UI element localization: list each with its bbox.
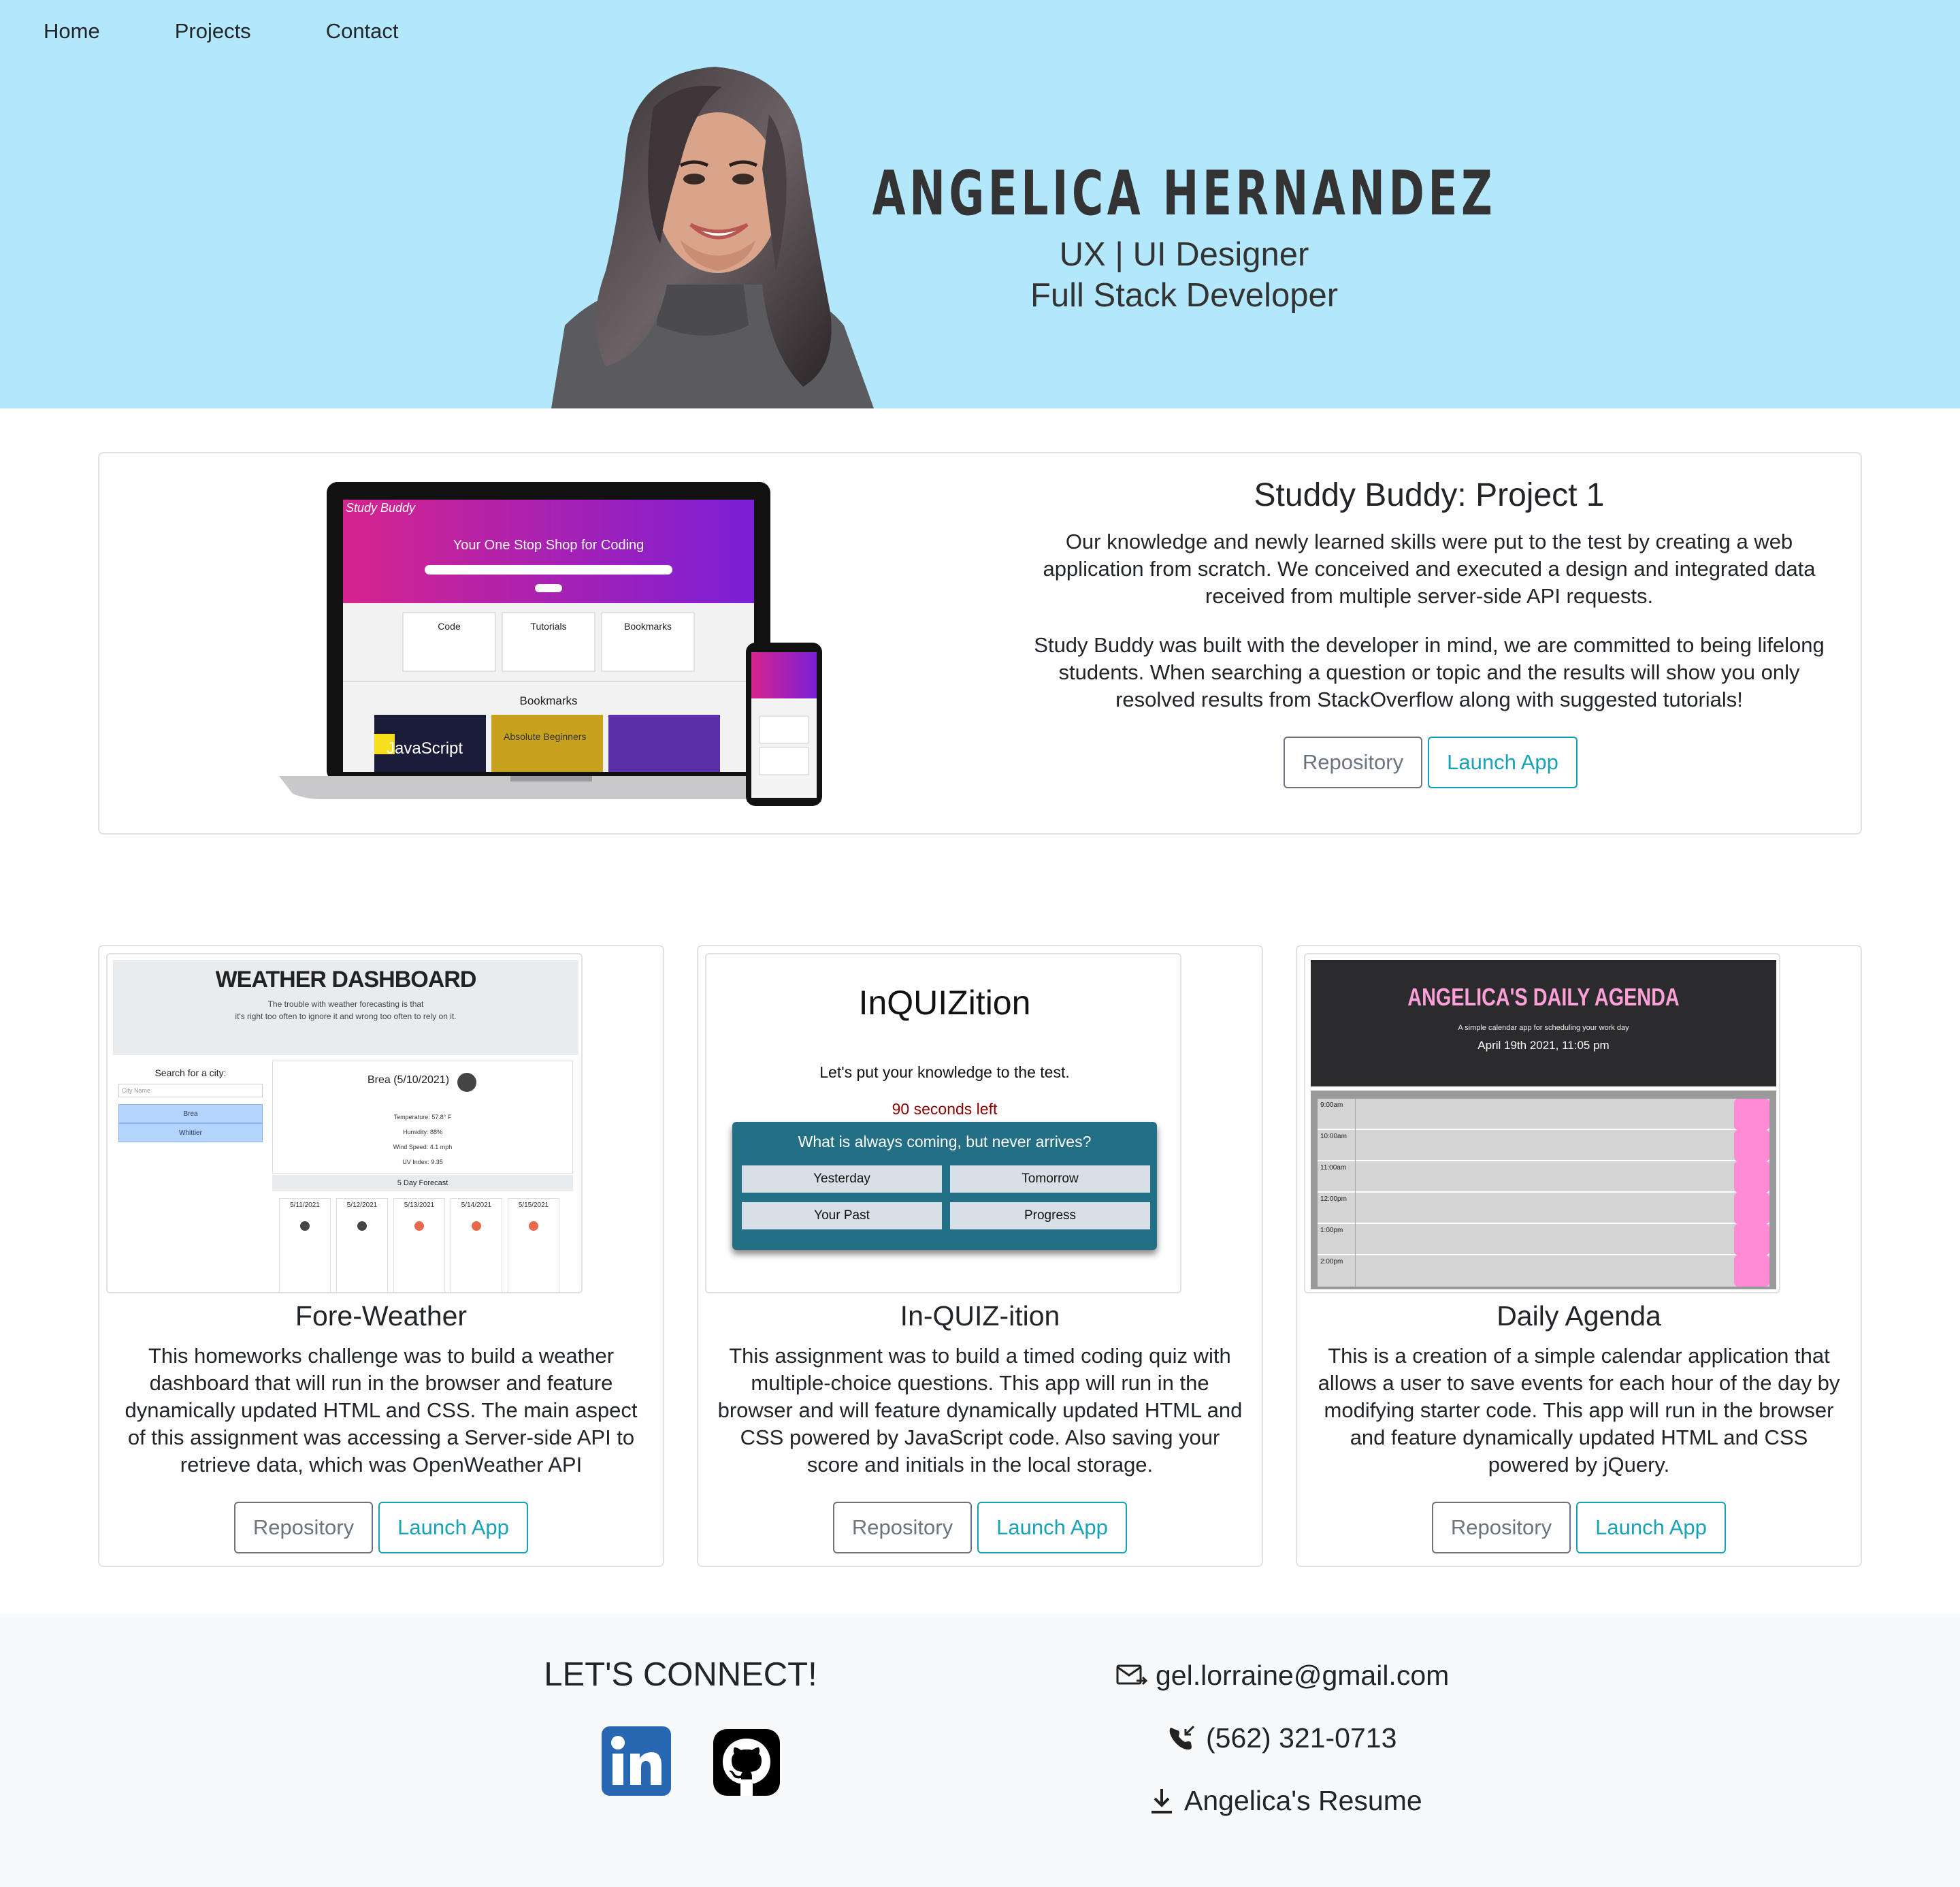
- weather-uv: UV Index: 9.35: [402, 1159, 443, 1165]
- study-buddy-brand: Study Buddy: [346, 501, 416, 515]
- agenda-tagline: A simple calendar app for scheduling you…: [1458, 1024, 1629, 1032]
- mail-icon: [1116, 1664, 1147, 1685]
- resume-text[interactable]: Angelica's Resume: [1184, 1785, 1422, 1817]
- featured-launch-button[interactable]: Launch App: [1428, 737, 1578, 788]
- download-icon: [1152, 1788, 1172, 1813]
- connect-heading: LET'S CONNECT!: [544, 1656, 817, 1693]
- weather-title: Fore-Weather: [295, 1300, 468, 1332]
- forecast-day-5: 5/15/2021: [508, 1198, 559, 1292]
- forecast-day-1: 5/11/2021: [279, 1198, 331, 1292]
- study-buddy-video-js: JavaScript: [387, 739, 463, 758]
- quiz-answer-tomorrow: Tomorrow: [950, 1165, 1150, 1193]
- weather-search-input: City Name: [118, 1084, 263, 1097]
- footer: [0, 1613, 1960, 1887]
- linkedin-icon[interactable]: [602, 1726, 671, 1796]
- study-buddy-video-beginners: Absolute Beginners: [504, 731, 587, 742]
- quiz-heading: InQUIZition: [858, 984, 1031, 1022]
- weather-heading: WEATHER DASHBOARD: [215, 967, 477, 993]
- top-nav: Home Projects Contact: [44, 19, 474, 44]
- quiz-answer-progress: Progress: [950, 1202, 1150, 1229]
- weather-tagline-1: The trouble with weather forecasting is …: [267, 999, 424, 1009]
- study-buddy-headline: Your One Stop Shop for Coding: [453, 538, 644, 553]
- hero-name: ANGELICA HERNANDEZ: [872, 158, 1497, 229]
- quiz-title: In-QUIZ-ition: [900, 1300, 1060, 1332]
- agenda-repository-button[interactable]: Repository: [1432, 1502, 1571, 1553]
- resume-download[interactable]: Angelica's Resume: [1147, 1785, 1422, 1817]
- featured-project-desc-1: Our knowledge and newly learned skills w…: [1043, 530, 1816, 608]
- email-text[interactable]: gel.lorraine@gmail.com: [1156, 1660, 1449, 1692]
- agenda-launch-button[interactable]: Launch App: [1576, 1502, 1726, 1553]
- weather-description: This homeworks challenge was to build a …: [125, 1344, 638, 1477]
- phone-icon: [1169, 1725, 1195, 1749]
- weather-forecast-heading: 5 Day Forecast: [272, 1175, 573, 1191]
- featured-project-desc-2: Study Buddy was built with the developer…: [1034, 633, 1825, 711]
- quiz-timer: 90 seconds left: [892, 1100, 998, 1118]
- agenda-date: April 19th 2021, 11:05 pm: [1477, 1039, 1610, 1052]
- agenda-screenshot: ANGELICA'S DAILY AGENDA A simple calenda…: [1304, 953, 1780, 1293]
- weather-current-icon: [457, 1073, 476, 1092]
- nav-projects-link[interactable]: Projects: [175, 19, 251, 44]
- github-icon[interactable]: [713, 1729, 780, 1796]
- agenda-row: 2:00pm: [1318, 1255, 1769, 1287]
- hero-role-ux: UX | UI Designer: [1059, 236, 1309, 273]
- quiz-answer-yesterday: Yesterday: [742, 1165, 942, 1193]
- study-buddy-card-bookmarks: Bookmarks: [623, 621, 672, 632]
- weather-humidity: Humidity: 88%: [402, 1129, 443, 1135]
- study-buddy-screenshot: [279, 482, 822, 806]
- weather-launch-button[interactable]: Launch App: [378, 1502, 528, 1553]
- agenda-row: 11:00am: [1318, 1161, 1769, 1193]
- quiz-answer-past: Your Past: [742, 1202, 942, 1229]
- agenda-row: 12:00pm: [1318, 1193, 1769, 1224]
- study-buddy-bookmarks-heading: Bookmarks: [519, 694, 578, 707]
- study-buddy-card-code: Code: [438, 621, 461, 632]
- hero-role-dev: Full Stack Developer: [1030, 277, 1339, 314]
- agenda-row: 1:00pm: [1318, 1224, 1769, 1255]
- weather-search-label: Search for a city:: [154, 1067, 227, 1078]
- agenda-description: This is a creation of a simple calendar …: [1318, 1344, 1840, 1477]
- hero-section: Home Projects Contact ANGELICA HERNANDEZ…: [0, 0, 1960, 408]
- agenda-row: 9:00am: [1318, 1099, 1769, 1130]
- email-contact[interactable]: gel.lorraine@gmail.com: [1116, 1660, 1449, 1692]
- phone-contact[interactable]: (562) 321-0713: [1166, 1722, 1396, 1754]
- quiz-screenshot: InQUIZition Let's put your knowledge to …: [705, 953, 1181, 1293]
- phone-text[interactable]: (562) 321-0713: [1206, 1722, 1396, 1754]
- weather-city-whittier: Whittier: [118, 1123, 263, 1142]
- quiz-launch-button[interactable]: Launch App: [977, 1502, 1127, 1553]
- weather-current: Brea (5/10/2021): [367, 1074, 450, 1086]
- profile-photo: [551, 67, 874, 408]
- nav-home-link[interactable]: Home: [44, 19, 100, 44]
- quiz-intro: Let's put your knowledge to the test.: [819, 1063, 1070, 1081]
- featured-project-title: Studdy Buddy: Project 1: [1254, 477, 1605, 513]
- weather-wind: Wind Speed: 4.1 mph: [393, 1144, 453, 1150]
- weather-screenshot: WEATHER DASHBOARD The trouble with weath…: [106, 953, 583, 1293]
- quiz-description: This assignment was to build a timed cod…: [717, 1344, 1243, 1477]
- forecast-day-3: 5/13/2021: [393, 1198, 445, 1292]
- weather-repository-button[interactable]: Repository: [234, 1502, 373, 1553]
- quiz-question: What is always coming, but never arrives…: [798, 1133, 1092, 1150]
- weather-tagline-2: it's right too often to ignore it and wr…: [235, 1012, 457, 1021]
- forecast-day-2: 5/12/2021: [336, 1198, 388, 1292]
- weather-temp: Temperature: 57.8° F: [393, 1114, 452, 1120]
- nav-contact-link[interactable]: Contact: [326, 19, 399, 44]
- agenda-row: 10:00am: [1318, 1130, 1769, 1161]
- forecast-day-4: 5/14/2021: [451, 1198, 502, 1292]
- featured-repository-button[interactable]: Repository: [1284, 737, 1422, 788]
- agenda-heading: ANGELICA'S DAILY AGENDA: [1407, 983, 1680, 1011]
- agenda-title: Daily Agenda: [1497, 1300, 1661, 1332]
- weather-city-brea: Brea: [118, 1104, 263, 1123]
- quiz-repository-button[interactable]: Repository: [833, 1502, 972, 1553]
- study-buddy-card-tutorials: Tutorials: [530, 621, 567, 632]
